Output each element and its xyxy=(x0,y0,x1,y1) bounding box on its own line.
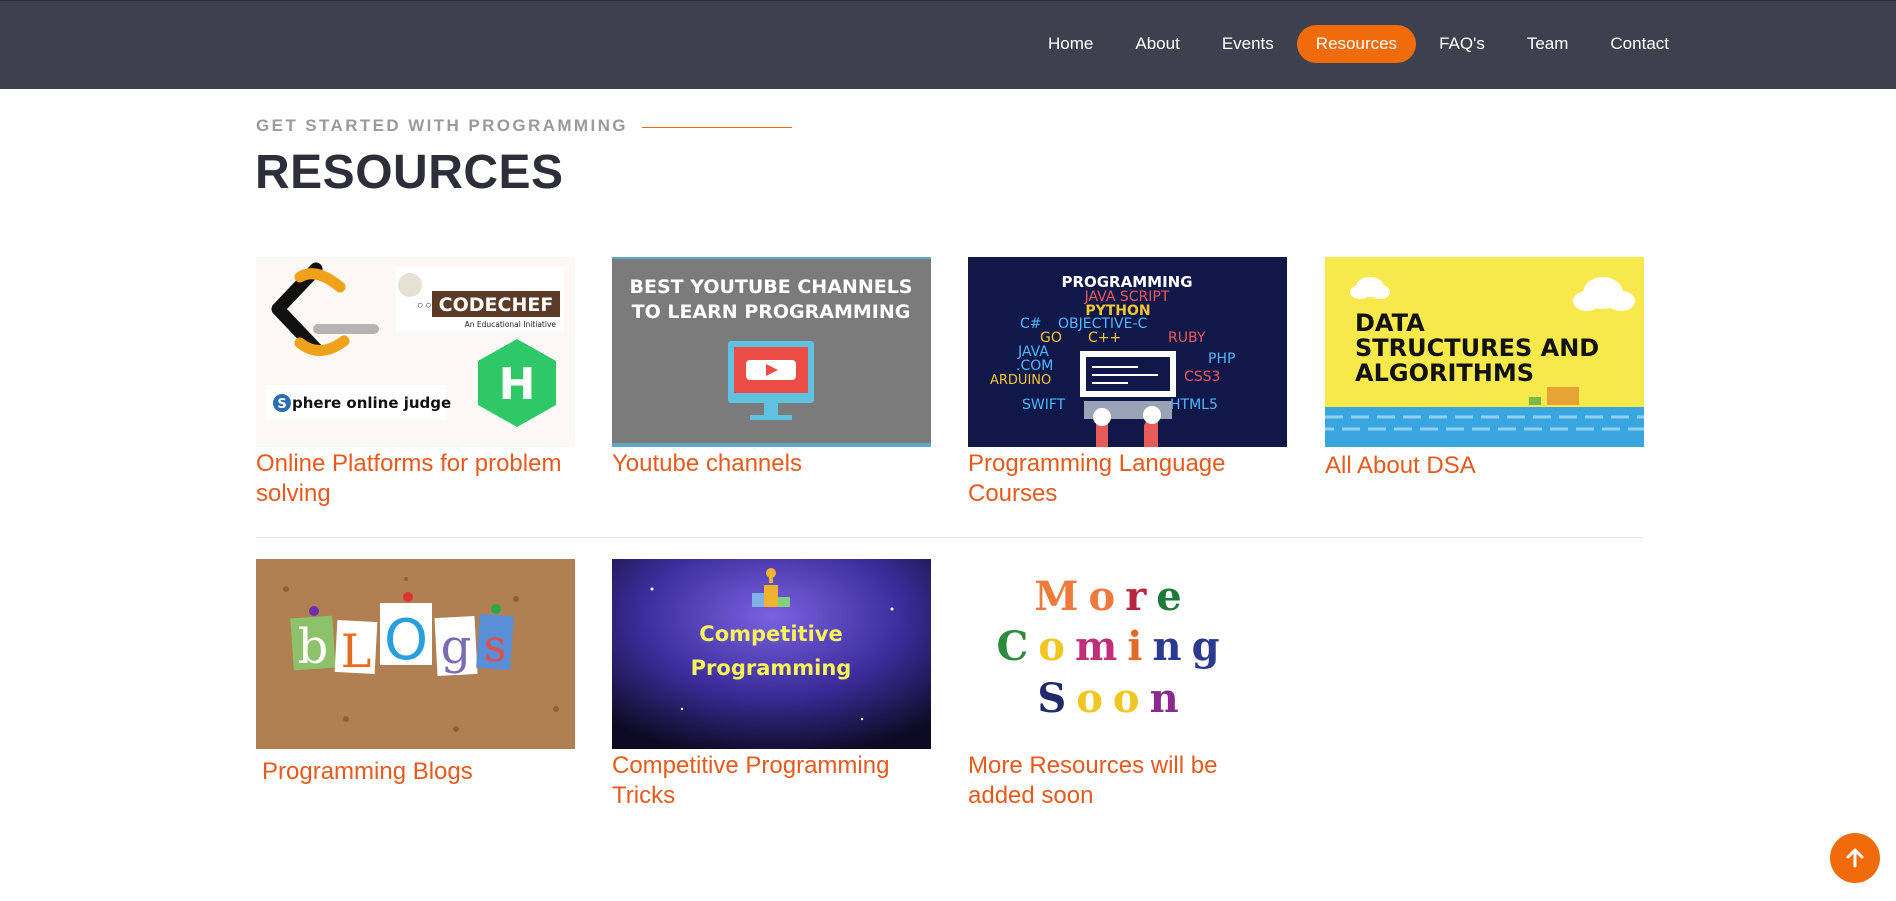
back-to-top-button[interactable] xyxy=(1830,833,1880,883)
resource-card-coming-soon[interactable]: More Coming Soon More Resources will be … xyxy=(968,559,1287,811)
lang-label: RUBY xyxy=(1168,330,1206,346)
resource-card-dsa[interactable]: DATA STRUCTURES AND ALGORITHMS All About… xyxy=(1325,257,1644,481)
thumb-line-2: Programming xyxy=(691,656,852,680)
navbar: Home About Events Resources FAQ's Team C… xyxy=(0,0,1896,89)
coming-soon-word: More xyxy=(1034,573,1192,620)
thumb-line-1: Competitive xyxy=(699,622,842,646)
blog-letter: b xyxy=(298,619,329,675)
blog-letter: g xyxy=(441,619,472,675)
thumb-line: ALGORITHMS xyxy=(1355,359,1534,387)
nav-home[interactable]: Home xyxy=(1029,25,1112,63)
spoj-logo: S phere online judge xyxy=(266,385,451,419)
blogs-thumbnail[interactable]: b L O g s xyxy=(256,559,575,749)
row-divider xyxy=(256,537,1643,538)
blog-letter: s xyxy=(484,621,507,672)
lang-label: C++ xyxy=(1088,330,1121,346)
card-title[interactable]: Youtube channels xyxy=(612,449,931,479)
language-courses-thumbnail[interactable]: PROGRAMMING JAVA SCRIPT PYTHON C# OBJECT… xyxy=(968,257,1287,447)
thumb-line-1: BEST YOUTUBE CHANNELS xyxy=(630,276,913,298)
resource-card-competitive-programming[interactable]: Competitive Programming Competitive Prog… xyxy=(612,559,931,811)
card-title[interactable]: Online Platforms for problem solving xyxy=(256,449,575,509)
card-title[interactable]: All About DSA xyxy=(1325,451,1644,481)
spoj-wordmark: phere online judge xyxy=(292,394,451,412)
youtube-channels-thumbnail[interactable]: BEST YOUTUBE CHANNELS TO LEARN PROGRAMMI… xyxy=(612,257,931,447)
lang-label: HTML5 xyxy=(1170,397,1218,413)
arrow-up-icon xyxy=(1846,848,1864,868)
dsa-thumbnail[interactable]: DATA STRUCTURES AND ALGORITHMS xyxy=(1325,257,1644,447)
nav-events[interactable]: Events xyxy=(1203,25,1293,63)
codechef-wordmark: CODECHEF xyxy=(439,294,554,316)
nav-team[interactable]: Team xyxy=(1508,25,1588,63)
card-title[interactable]: Programming Language Courses xyxy=(968,449,1287,509)
online-platforms-thumbnail[interactable]: CODECHEF An Educational Initiative ◦◦ S … xyxy=(256,257,575,447)
thumb-line: STRUCTURES AND xyxy=(1355,334,1599,362)
competitive-programming-thumbnail[interactable]: Competitive Programming xyxy=(612,559,931,749)
eyebrow-line xyxy=(641,126,792,128)
section-eyebrow: GET STARTED WITH PROGRAMMING xyxy=(256,116,792,136)
card-title[interactable]: Competitive Programming Tricks xyxy=(612,751,931,811)
eyebrow-text: GET STARTED WITH PROGRAMMING xyxy=(256,116,628,135)
lang-label: ARDUINO xyxy=(990,373,1051,388)
lang-label: .COM xyxy=(1016,358,1053,374)
svg-text:◦◦: ◦◦ xyxy=(416,299,433,314)
resource-card-youtube-channels[interactable]: BEST YOUTUBE CHANNELS TO LEARN PROGRAMMI… xyxy=(612,257,931,479)
spoj-mark: S xyxy=(277,397,286,412)
card-title[interactable]: More Resources will be added soon xyxy=(968,751,1287,811)
hackerrank-mark: H xyxy=(499,359,536,410)
thumb-line-2: TO LEARN PROGRAMMING xyxy=(632,301,911,323)
nav-about[interactable]: About xyxy=(1116,25,1198,63)
blog-letter: O xyxy=(384,608,428,673)
resource-card-language-courses[interactable]: PROGRAMMING JAVA SCRIPT PYTHON C# OBJECT… xyxy=(968,257,1287,509)
coming-soon-thumbnail[interactable]: More Coming Soon xyxy=(968,559,1287,749)
blog-letter: L xyxy=(341,624,372,678)
resource-card-online-platforms[interactable]: CODECHEF An Educational Initiative ◦◦ S … xyxy=(256,257,575,509)
main-nav: Home About Events Resources FAQ's Team C… xyxy=(1029,25,1688,63)
codechef-logo: CODECHEF An Educational Initiative ◦◦ xyxy=(396,267,564,331)
lang-label: CSS3 xyxy=(1184,369,1220,385)
lang-label: C# xyxy=(1020,316,1042,332)
resource-card-blogs[interactable]: b L O g s Programming Blogs xyxy=(256,559,575,787)
lang-label: SWIFT xyxy=(1022,397,1066,413)
coming-soon-word: Soon xyxy=(1037,675,1189,722)
coming-soon-word: Coming xyxy=(996,623,1230,670)
card-title[interactable]: Programming Blogs xyxy=(256,757,575,787)
thumb-line: DATA xyxy=(1355,309,1425,337)
codechef-tagline: An Educational Initiative xyxy=(465,320,557,329)
nav-faqs[interactable]: FAQ's xyxy=(1420,25,1504,63)
lang-label: PHP xyxy=(1208,351,1235,367)
page-title: RESOURCES xyxy=(255,146,564,199)
nav-resources[interactable]: Resources xyxy=(1296,25,1417,63)
nav-contact[interactable]: Contact xyxy=(1591,25,1688,63)
